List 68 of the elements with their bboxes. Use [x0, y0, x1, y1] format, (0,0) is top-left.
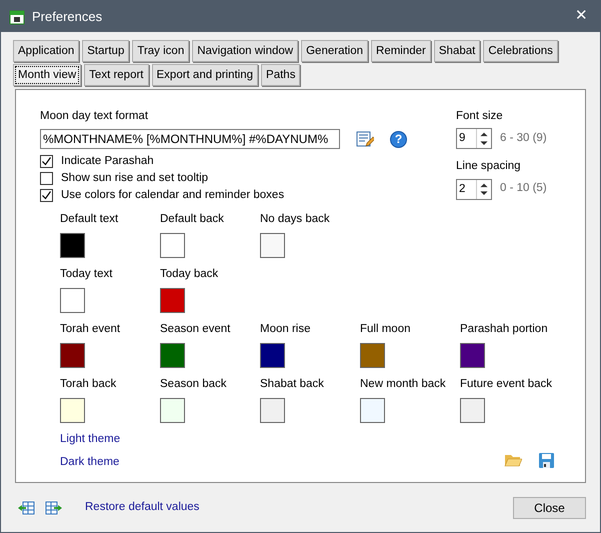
color-label: New month back	[360, 377, 447, 392]
color-label: Shabat back	[260, 377, 325, 392]
edit-icon[interactable]	[356, 130, 374, 148]
theme-link[interactable]: Dark theme	[60, 454, 120, 471]
tab[interactable]: Startup	[82, 40, 130, 62]
field-label: Moon day text format	[40, 109, 150, 124]
color-swatch[interactable]	[260, 398, 285, 422]
color-label: Parashah portion	[460, 322, 549, 338]
color-swatch[interactable]	[160, 398, 185, 422]
color-swatch[interactable]	[360, 342, 385, 368]
tab[interactable]: Application	[13, 40, 80, 62]
color-swatch[interactable]	[60, 288, 85, 312]
tab[interactable]: Paths	[261, 64, 300, 86]
checkbox[interactable]	[40, 172, 53, 185]
tab[interactable]: Shabat	[434, 40, 480, 62]
color-label: Future event back	[460, 377, 554, 392]
close-button[interactable]: ✕	[571, 5, 592, 28]
save-icon[interactable]	[538, 452, 555, 469]
spin-box[interactable]: 9	[456, 128, 492, 150]
color-swatch[interactable]	[260, 232, 285, 258]
color-swatch[interactable]	[360, 398, 385, 422]
color-label: Today text	[60, 267, 114, 282]
color-swatch[interactable]	[460, 398, 485, 422]
range-text: 6 - 30 (9)	[500, 131, 547, 146]
color-swatch[interactable]	[160, 288, 185, 312]
color-swatch[interactable]	[60, 342, 85, 368]
color-swatch[interactable]	[160, 342, 185, 368]
export-icon[interactable]	[45, 500, 63, 516]
field-label: Line spacing	[456, 159, 522, 174]
color-label: Default back	[160, 212, 225, 228]
color-label: Full moon	[360, 322, 412, 338]
checkbox-label[interactable]: Show sun rise and set tooltip	[61, 170, 208, 187]
checkbox-label[interactable]: Indicate Parashah	[61, 152, 154, 170]
spin-box[interactable]: 2	[456, 178, 492, 200]
close-button[interactable]: Close	[513, 497, 586, 519]
import-icon[interactable]	[17, 500, 35, 516]
color-label: Torah event	[60, 322, 122, 338]
tab[interactable]: Reminder	[371, 40, 431, 62]
color-label: Today back	[160, 267, 220, 282]
color-label: No days back	[260, 212, 331, 228]
tab[interactable]: Export and printing	[152, 64, 258, 86]
help-icon[interactable]: ?	[390, 130, 407, 148]
tab[interactable]: Navigation window	[192, 40, 298, 62]
color-label: Torah back	[60, 377, 118, 392]
checkbox-label[interactable]: Use colors for calendar and reminder boxes	[61, 186, 284, 204]
tab[interactable]: Text report	[84, 64, 148, 86]
tab[interactable]: Celebrations	[483, 40, 558, 62]
tab[interactable]: Generation	[301, 40, 368, 62]
color-swatch[interactable]	[260, 342, 285, 368]
color-swatch[interactable]	[60, 398, 85, 422]
color-label: Default text	[60, 212, 120, 228]
color-label: Season back	[160, 377, 228, 392]
range-text: 0 - 10 (5)	[500, 181, 547, 196]
tab[interactable]: Month view	[13, 64, 82, 86]
color-swatch[interactable]	[160, 232, 185, 258]
field-label: Font size	[456, 109, 504, 124]
checkbox[interactable]	[40, 154, 53, 168]
tab[interactable]: Tray icon	[132, 40, 190, 62]
color-label: Moon rise	[260, 322, 312, 338]
color-swatch[interactable]	[460, 342, 485, 368]
restore-link[interactable]: Restore default values	[85, 499, 200, 517]
checkbox[interactable]	[40, 188, 53, 202]
window-title: Preferences	[32, 8, 102, 26]
theme-link[interactable]: Light theme	[60, 431, 120, 448]
format-field[interactable]: %MONTHNAME% [%MONTHNUM%] #%DAYNUM%	[40, 129, 340, 150]
color-label: Season event	[160, 322, 232, 338]
color-swatch[interactable]	[60, 232, 85, 258]
calendar-icon	[9, 8, 25, 24]
